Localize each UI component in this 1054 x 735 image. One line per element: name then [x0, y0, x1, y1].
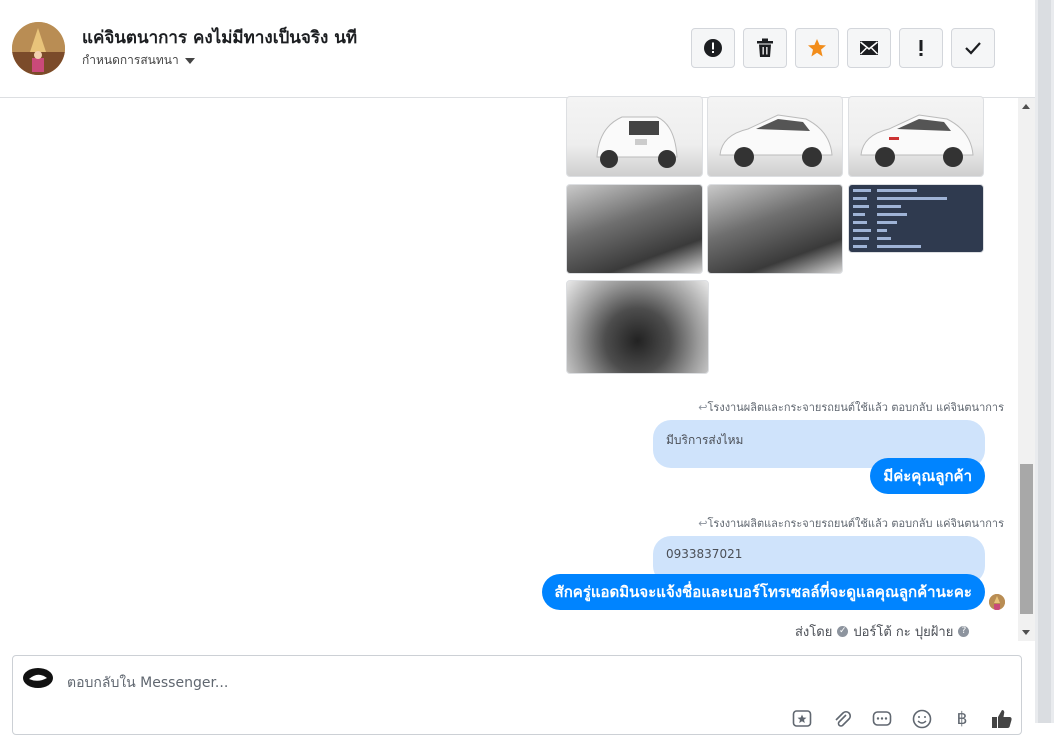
exclamation-icon	[919, 40, 923, 56]
help-icon[interactable]: ?	[958, 626, 970, 637]
car-document-photo[interactable]	[848, 184, 984, 253]
contact-name: แค่จินตนาการ คงไม่มีทางเป็นจริง นที	[82, 28, 358, 48]
saved-reply-icon[interactable]	[789, 708, 815, 730]
done-button[interactable]	[951, 28, 995, 68]
reply-meta-1: ↩โรงงานผลิตและกระจายรถยนต์ใช้แล้ว ตอบกลั…	[698, 401, 1004, 414]
scroll-down-arrow-icon[interactable]	[1022, 630, 1030, 635]
right-panel-divider	[1038, 0, 1051, 723]
star-icon	[808, 39, 826, 57]
conversation-settings-dropdown[interactable]: กำหนดการสนทนา	[82, 51, 195, 70]
scrollbar-thumb[interactable]	[1020, 464, 1033, 614]
car-photo-engine[interactable]	[566, 280, 709, 374]
reply-arrow-icon: ↩	[698, 401, 708, 414]
conversation-settings-label: กำหนดการสนทนา	[82, 53, 179, 67]
verified-icon: ✓	[837, 626, 849, 637]
reply-input[interactable]: ตอบกลับใน Messenger...	[67, 672, 228, 694]
reply-arrow-icon: ↩	[698, 517, 708, 530]
contact-avatar[interactable]	[12, 22, 65, 75]
seen-avatar	[989, 594, 1005, 610]
report-button[interactable]	[691, 28, 735, 68]
reply-composer[interactable]: ตอบกลับใน Messenger... ฿	[12, 655, 1022, 735]
right-panel-edge	[1035, 0, 1054, 723]
header-actions	[691, 28, 995, 68]
scroll-up-arrow-icon[interactable]	[1022, 104, 1030, 109]
like-icon[interactable]	[989, 708, 1015, 730]
envelope-icon	[859, 41, 879, 55]
caret-down-icon	[184, 57, 195, 64]
thread-scrollbar[interactable]	[1018, 98, 1035, 641]
car-photo-side[interactable]	[707, 96, 843, 177]
car-photo-front-seat[interactable]	[707, 184, 843, 274]
star-button[interactable]	[795, 28, 839, 68]
page-avatar	[23, 668, 53, 688]
emoji-icon[interactable]	[909, 708, 935, 730]
checkmark-icon	[965, 42, 981, 55]
sent-by-name[interactable]: ปอร์โต้ กะ ปุยฝ้าย	[853, 621, 953, 642]
reply-meta-2: ↩โรงงานผลิตและกระจายรถยนต์ใช้แล้ว ตอบกลั…	[698, 517, 1004, 530]
car-photo-rear-seat[interactable]	[566, 184, 703, 274]
attachment-icon[interactable]	[829, 708, 855, 730]
sent-message-1[interactable]: มีค่ะคุณลูกค้า	[870, 458, 985, 494]
car-photo-profile[interactable]	[848, 96, 984, 177]
chat-options-icon[interactable]	[869, 708, 895, 730]
sent-by-label: ส่งโดย	[795, 625, 833, 640]
conversation-header: แค่จินตนาการ คงไม่มีทางเป็นจริง นที กำหน…	[0, 0, 1035, 98]
trash-icon	[757, 38, 773, 57]
sent-by: ส่งโดย ✓ ปอร์โต้ กะ ปุยฝ้าย ?	[795, 621, 970, 642]
sent-message-2[interactable]: สักครู่แอดมินจะแจ้งชื่อและเบอร์โทรเซลล์ท…	[541, 574, 985, 610]
important-button[interactable]	[899, 28, 943, 68]
delete-button[interactable]	[743, 28, 787, 68]
composer-tools: ฿	[789, 708, 1015, 730]
car-photo-rear[interactable]	[566, 96, 703, 177]
alert-circle-icon	[704, 39, 722, 57]
payment-icon[interactable]: ฿	[949, 708, 975, 730]
mail-button[interactable]	[847, 28, 891, 68]
